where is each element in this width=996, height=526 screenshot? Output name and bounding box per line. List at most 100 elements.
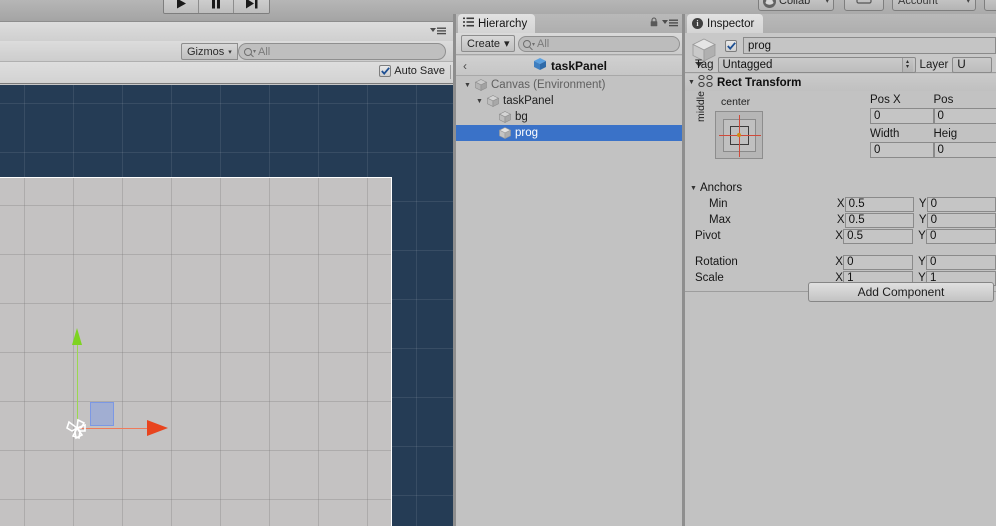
prefab-cube-icon	[533, 57, 547, 74]
checkmark-icon	[726, 41, 736, 50]
component-name: Rect Transform	[716, 76, 802, 89]
create-button[interactable]: Create ▾	[461, 35, 515, 52]
panel-menu-icon[interactable]	[429, 26, 447, 35]
step-button[interactable]	[234, 0, 269, 13]
create-label: Create	[467, 37, 501, 50]
chevron-down-icon: ▾	[532, 41, 536, 48]
position-size-fields: Pos X 0 Width 0 Pos 0 Heig 0	[870, 92, 996, 160]
anchor-preset-horizontal-label: center	[721, 96, 751, 108]
breadcrumb-back-button[interactable]: ‹	[463, 59, 467, 73]
chevron-down-icon[interactable]: ▼	[461, 82, 474, 89]
anchor-preset-button[interactable]	[715, 111, 763, 159]
tab-hierarchy[interactable]: Hierarchy	[458, 14, 536, 33]
move-gizmo[interactable]	[66, 328, 168, 440]
pause-button[interactable]	[199, 0, 234, 13]
list-item[interactable]: ▼ taskPanel	[456, 93, 684, 109]
hierarchy-toolbar: Create ▾ ▾ All	[456, 33, 684, 55]
gizmo-y-arrowhead-icon[interactable]	[72, 328, 82, 345]
auto-save-checkbox[interactable]	[379, 65, 392, 77]
layers-button[interactable]	[844, 0, 884, 11]
layer-value: U	[957, 59, 966, 71]
account-button[interactable]: Account ▾	[892, 0, 976, 11]
chevron-down-icon[interactable]: ▼	[473, 98, 486, 105]
pos-y-label: Pos	[933, 94, 954, 106]
canvas-rect-outline	[0, 177, 392, 526]
rotation-y-input[interactable]: 0	[925, 254, 996, 270]
gizmos-dropdown[interactable]: Gizmos ▾	[181, 43, 238, 60]
scene-search-input[interactable]: ▾ All	[238, 43, 446, 60]
auto-save-toggle[interactable]: Auto Save	[379, 65, 445, 77]
anchor-preset-vertical-label: middle	[695, 91, 707, 122]
anchor-min-y-input[interactable]: 0	[926, 196, 996, 212]
layer-label: Layer	[919, 59, 949, 71]
list-item-label: prog	[515, 127, 539, 139]
anchor-min-y-value: 0	[930, 198, 938, 210]
list-item-label: Canvas (Environment)	[491, 79, 606, 91]
hierarchy-tree[interactable]: ▼ Canvas (Environment) ▼ taskPanel bg pr…	[456, 77, 684, 526]
axis-x-label: X	[836, 214, 845, 226]
pos-y-group: Pos 0 Heig 0	[933, 92, 996, 160]
list-item[interactable]: prog	[456, 125, 684, 141]
height-label: Heig	[933, 128, 958, 140]
scene-viewport[interactable]	[0, 85, 453, 526]
anchor-max-y-input[interactable]: 0	[926, 212, 996, 228]
panel-menu-icon[interactable]	[661, 18, 679, 27]
inspector-object-header: prog Tag Untagged ▴ ▾ Layer U	[685, 33, 996, 73]
anchor-preset-pivot-dot	[737, 133, 741, 137]
gizmo-center-handle-icon[interactable]	[63, 414, 91, 442]
hierarchy-tab-icons	[650, 17, 679, 27]
chevron-down-icon: ▾	[825, 0, 829, 5]
chevron-down-icon[interactable]: ▼	[688, 79, 695, 86]
object-enabled-checkbox[interactable]	[725, 39, 737, 52]
gizmo-xy-plane-handle[interactable]	[90, 402, 114, 426]
chevron-down-icon: ▾	[504, 38, 510, 50]
scene-view-panel: Gizmos ▾ ▾ All Auto Save	[0, 22, 453, 526]
gameobject-cube-icon	[474, 78, 488, 92]
collab-button[interactable]: Collab ▾	[758, 0, 834, 11]
scene-tab-strip	[0, 22, 453, 41]
hierarchy-search-input[interactable]: ▾ All	[518, 36, 680, 52]
anchor-max-x-input[interactable]: 0.5	[844, 212, 914, 228]
gizmo-x-arrowhead-icon[interactable]	[147, 420, 168, 436]
lock-icon[interactable]	[650, 17, 658, 27]
search-icon	[523, 40, 531, 48]
chevron-down-icon[interactable]: ▼	[690, 185, 697, 192]
layer-dropdown[interactable]: U	[952, 57, 993, 73]
pivot-y-input[interactable]: 0	[925, 228, 996, 244]
row-label: Rotation	[695, 256, 738, 268]
height-input[interactable]: 0	[933, 142, 996, 158]
pos-x-input[interactable]: 0	[870, 108, 934, 124]
pause-icon	[211, 0, 221, 9]
axis-y-label: Y	[918, 230, 926, 242]
pos-y-value: 0	[937, 110, 944, 122]
pos-y-input[interactable]: 0	[933, 108, 996, 124]
tag-value: Untagged	[722, 59, 773, 71]
toolbar-extra-button[interactable]	[984, 0, 996, 11]
gameobject-cube-icon	[498, 126, 512, 140]
table-row: Min X 0.5 Y 0	[685, 196, 996, 212]
tab-inspector[interactable]: i Inspector	[687, 14, 764, 33]
playback-controls	[163, 0, 270, 14]
object-name-input[interactable]: prog	[743, 37, 996, 54]
pivot-x-input[interactable]: 0.5	[843, 228, 914, 244]
tab-hierarchy-label: Hierarchy	[478, 17, 528, 30]
list-item[interactable]: ▼ Canvas (Environment)	[456, 77, 684, 93]
rotation-x-input[interactable]: 0	[843, 254, 914, 270]
hierarchy-search-placeholder: All	[537, 38, 550, 50]
anchor-min-x-input[interactable]: 0.5	[844, 196, 914, 212]
tag-dropdown[interactable]: Untagged ▴ ▾	[717, 57, 916, 73]
scene-sub-toolbar: Auto Save	[0, 62, 453, 84]
anchor-max-x-value: 0.5	[848, 214, 865, 226]
width-label: Width	[870, 128, 900, 140]
anchors-header[interactable]: ▼ Anchors	[685, 180, 996, 196]
rotation-y-value: 0	[929, 256, 937, 268]
component-header-rect-transform[interactable]: ▼ Rect Transform	[685, 74, 996, 91]
row-label: Pivot	[695, 230, 721, 242]
anchors-section: ▼ Anchors Min X 0.5 Y 0 Max X 0.5 Y 0 Pi…	[685, 180, 996, 292]
list-item[interactable]: bg	[456, 109, 684, 125]
add-component-button[interactable]: Add Component	[808, 282, 994, 302]
width-input[interactable]: 0	[870, 142, 934, 158]
play-button[interactable]	[164, 0, 199, 13]
hierarchy-icon	[463, 17, 474, 30]
hierarchy-panel: Hierarchy Create ▾ ▾ All ‹ taskPanel ▼ C…	[455, 14, 684, 526]
